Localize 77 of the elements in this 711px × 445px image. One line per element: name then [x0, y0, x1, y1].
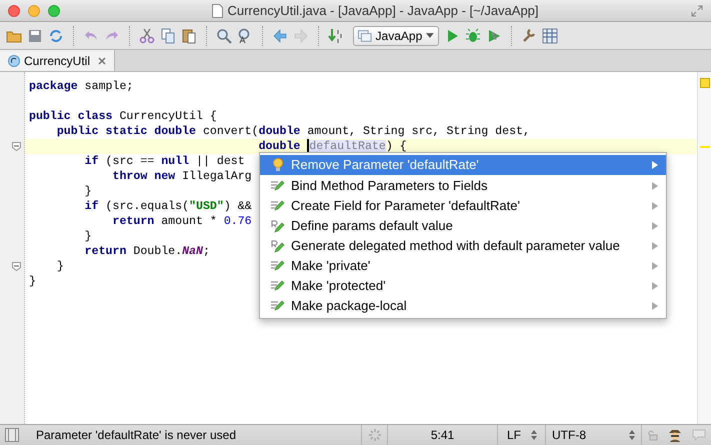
code-line: } — [84, 184, 92, 199]
menu-item[interactable]: Bind Method Parameters to Fields — [260, 176, 666, 196]
pencil-list-icon — [270, 180, 284, 192]
search-icon[interactable] — [216, 28, 232, 44]
bug-icon[interactable] — [465, 28, 481, 44]
menu-item[interactable]: Make package-local — [260, 296, 666, 316]
pencil-list-icon — [270, 280, 284, 292]
submenu-arrow-icon — [652, 302, 658, 310]
fullscreen-icon[interactable] — [691, 4, 703, 16]
copy-icon[interactable] — [160, 28, 176, 44]
menu-item[interactable]: Generate delegated method with default parameter value — [260, 236, 666, 256]
refactor-pencil-icon — [270, 220, 284, 232]
spinner-icon — [368, 428, 382, 442]
code-line: if (src.equals("USD") && — [84, 199, 252, 214]
updown-icon — [531, 430, 537, 440]
lock-icon[interactable] — [647, 430, 658, 440]
text-cursor — [307, 139, 310, 152]
code-line: if (src == null || dest — [84, 154, 245, 169]
window-title: CurrencyUtil.java - [JavaApp] - JavaApp - [~/JavaApp] — [227, 2, 539, 20]
panel-toggle-icon[interactable] — [5, 428, 19, 442]
fold-marker-icon[interactable] — [12, 262, 21, 271]
minimize-icon[interactable] — [28, 4, 40, 16]
menu-item[interactable]: Make 'protected' — [260, 276, 666, 296]
wrench-icon[interactable] — [521, 28, 537, 44]
submenu-arrow-icon — [652, 262, 658, 270]
save-icon[interactable] — [27, 28, 43, 44]
status-message: Parameter 'defaultRate' is never used — [36, 427, 238, 444]
caret-icon — [426, 33, 434, 38]
encoding-label[interactable]: UTF-8 — [552, 426, 586, 444]
run-config-dropdown[interactable]: JavaApp — [353, 26, 439, 46]
code-line: public static double convert(double amount, String src, String dest, — [56, 124, 530, 139]
menu-item[interactable]: Define params default value — [260, 216, 666, 236]
submenu-arrow-icon — [652, 182, 658, 190]
line-separator-label[interactable]: LF — [506, 426, 522, 444]
refactor-pencil-icon — [270, 240, 284, 252]
submenu-arrow-icon — [652, 282, 658, 290]
sync-icon[interactable] — [48, 28, 64, 44]
window-stack-icon — [358, 30, 372, 42]
warning-indicator — [700, 78, 710, 88]
code-line: return amount * 0.76 — [111, 214, 252, 229]
tab-label: CurrencyUtil — [24, 52, 90, 70]
code-line: package sample; — [29, 79, 134, 94]
document-icon — [212, 4, 224, 18]
zoom-icon[interactable] — [48, 4, 60, 16]
caret-position[interactable]: 5:41 — [387, 425, 497, 445]
class-icon — [8, 54, 20, 66]
pencil-list-icon — [270, 260, 284, 272]
menu-item[interactable]: Make 'private' — [260, 256, 666, 276]
close-icon[interactable] — [98, 56, 106, 64]
code-line: public class CurrencyUtil { — [29, 109, 217, 124]
close-icon[interactable] — [8, 4, 20, 16]
paste-icon[interactable] — [181, 28, 197, 44]
submenu-arrow-icon — [652, 242, 658, 250]
submenu-arrow-icon — [652, 202, 658, 210]
cut-icon[interactable] — [139, 28, 155, 44]
code-line: } — [56, 259, 64, 274]
code-line: } — [84, 229, 92, 244]
back-arrow-icon[interactable] — [272, 28, 288, 44]
inspector-icon[interactable] — [668, 428, 682, 442]
menu-item[interactable]: Create Field for Parameter 'defaultRate' — [260, 196, 666, 216]
pencil-list-icon — [270, 200, 284, 212]
code-line: return Double.NaN; — [84, 244, 210, 259]
editor-tab[interactable]: CurrencyUtil — [0, 50, 116, 71]
warning-stripe-mark — [700, 146, 710, 148]
code-line: double defaultRate) { — [258, 139, 407, 154]
updown-icon — [629, 430, 635, 440]
submenu-arrow-icon — [652, 161, 658, 169]
code-line: throw new IllegalArg — [111, 169, 252, 184]
lightbulb-icon — [272, 158, 284, 172]
code-line: } — [29, 274, 36, 289]
coverage-run-icon[interactable] — [486, 28, 502, 44]
project-structure-icon[interactable] — [542, 28, 558, 44]
pencil-list-icon — [270, 300, 284, 312]
submenu-arrow-icon — [652, 222, 658, 230]
fold-marker-icon[interactable] — [12, 142, 21, 151]
binary-download-icon[interactable] — [328, 28, 344, 44]
menu-item[interactable]: Remove Parameter 'defaultRate' — [260, 155, 666, 175]
